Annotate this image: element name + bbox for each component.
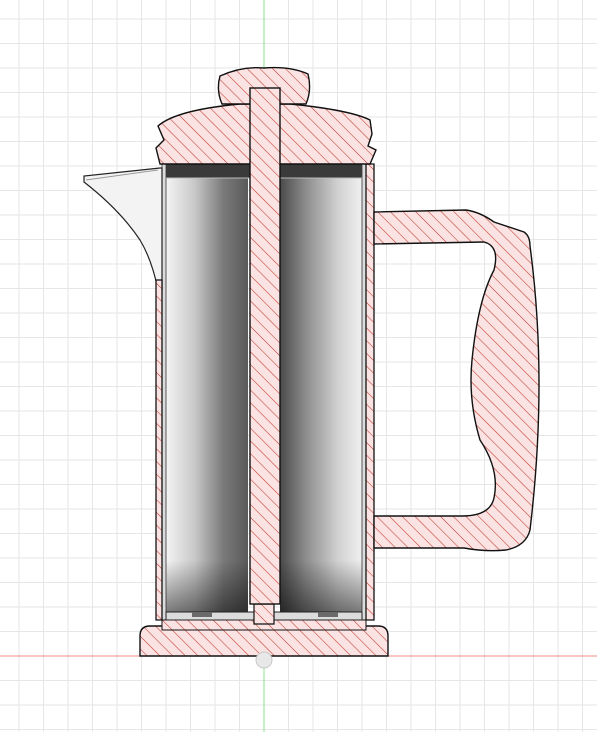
frame-right-wall[interactable] xyxy=(365,163,375,621)
origin-marker xyxy=(255,651,273,669)
cad-viewport[interactable] xyxy=(0,0,597,732)
section-view-canvas[interactable] xyxy=(0,0,597,732)
plunger-rod[interactable] xyxy=(249,87,281,605)
frame-left-wall[interactable] xyxy=(155,279,163,621)
handle[interactable] xyxy=(373,209,540,552)
spout[interactable] xyxy=(83,167,163,291)
